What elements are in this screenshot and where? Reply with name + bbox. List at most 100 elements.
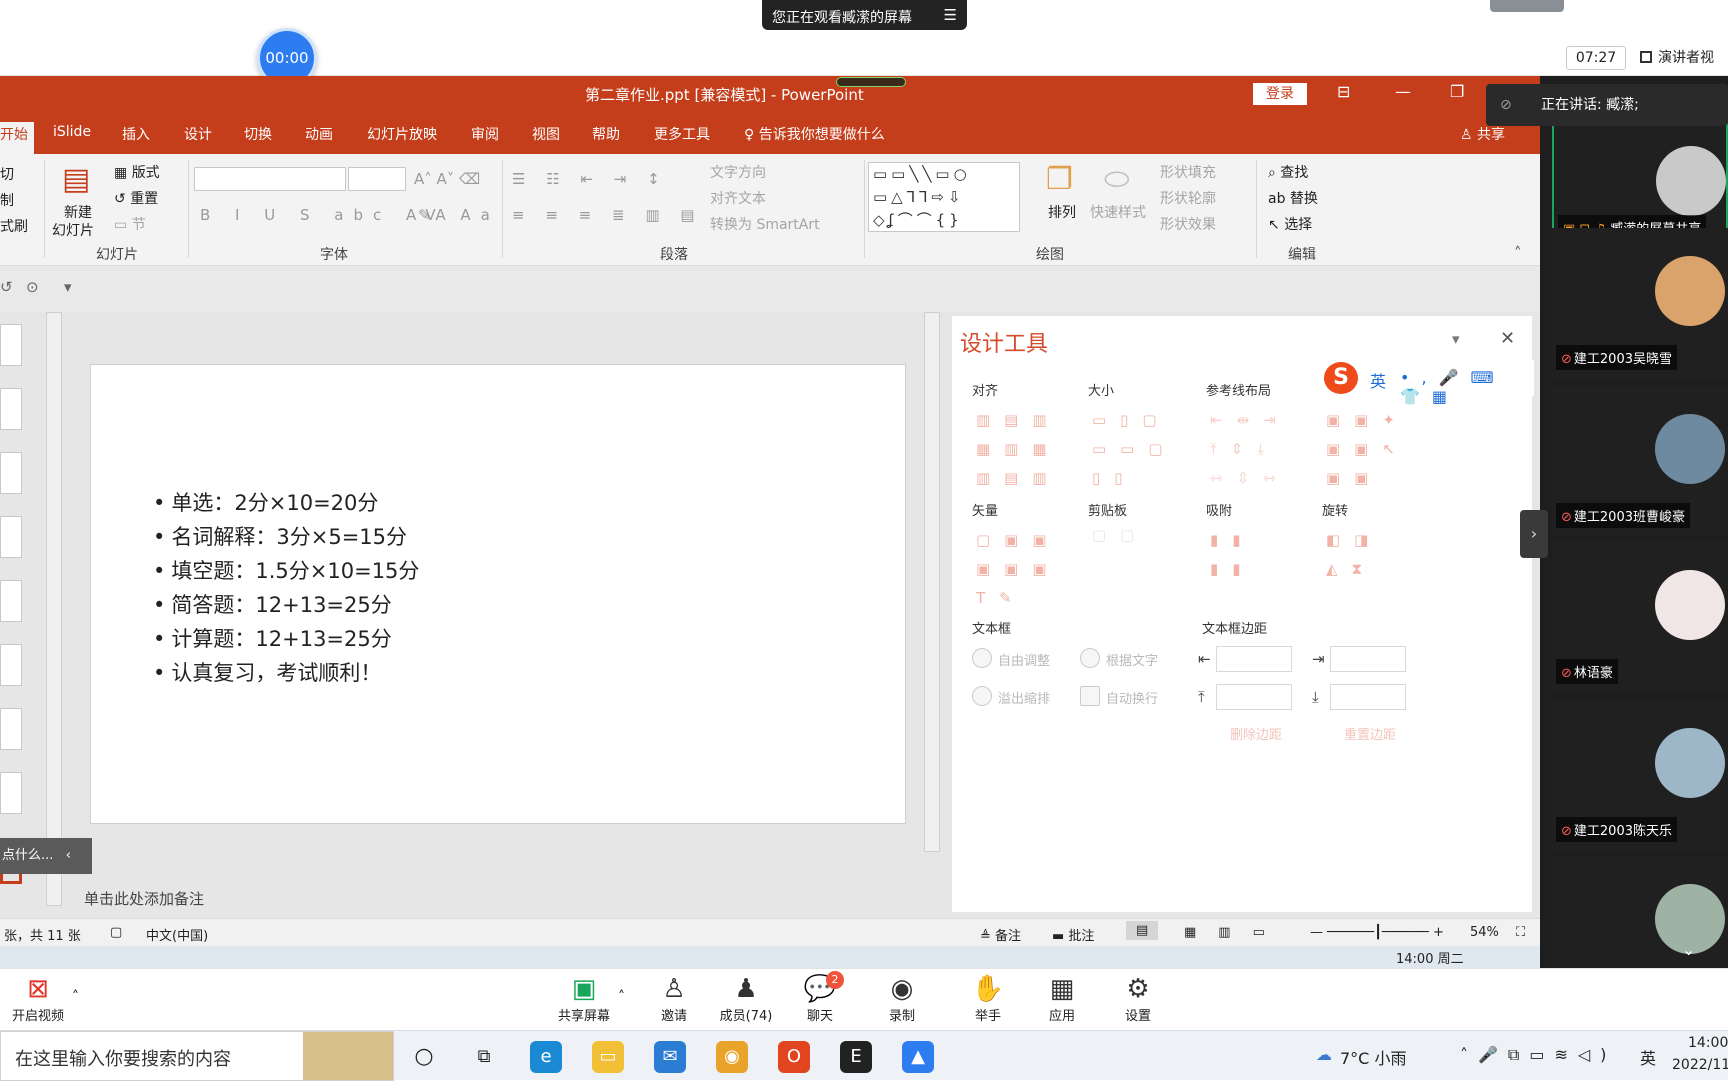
chevron-left-icon[interactable]: ‹ xyxy=(58,848,71,863)
cut-button[interactable]: 切 xyxy=(0,164,14,184)
task-view-icon[interactable]: ⧉ xyxy=(468,1041,500,1073)
notes-toggle[interactable]: ≜ 备注 xyxy=(980,925,1021,944)
slideshow-icon[interactable]: ⊙ xyxy=(26,278,39,296)
slide-thumbnail[interactable] xyxy=(0,644,22,686)
slide-canvas[interactable]: 单选：2分×10=20分 名词解释：3分×5=15分 填空题：1.5分×10=1… xyxy=(90,364,906,824)
customize-qat-icon[interactable]: ▾ xyxy=(64,278,72,296)
comments-toggle[interactable]: ▬ 批注 xyxy=(1052,925,1094,944)
video-options-chevron-icon[interactable]: ˄ xyxy=(72,989,79,1005)
tab-islide[interactable]: iSlide xyxy=(53,124,91,140)
office-icon[interactable]: O xyxy=(778,1041,810,1073)
delete-margin-button[interactable]: 删除边距 xyxy=(1230,724,1282,743)
grow-font-icon[interactable]: A˄ A˅ ⌫ xyxy=(414,170,480,188)
font-format-icons[interactable]: B I U S abc AV Aa xyxy=(200,206,500,224)
slide-bullet[interactable]: 名词解释：3分×5=15分 xyxy=(153,521,407,551)
size-icons[interactable]: ▭▯▢ ▭▭▢ ▯▯ xyxy=(1092,406,1177,493)
zoom-level[interactable]: 54% xyxy=(1470,925,1499,940)
participant-tile[interactable]: ⊘ 林语豪 xyxy=(1552,542,1728,692)
login-button[interactable]: 登录 xyxy=(1253,83,1307,105)
guide-icons[interactable]: ⇤⇹⇥ ⤒⇕⤓ ⇿⇳⇿ xyxy=(1210,406,1290,493)
thumbnails-scrollbar[interactable] xyxy=(46,312,62,906)
share-button[interactable]: ♙ 共享 xyxy=(1460,124,1505,144)
ime-indicator[interactable]: 英 xyxy=(1640,1045,1656,1069)
smartart-button[interactable]: 转换为 SmartArt xyxy=(710,214,820,234)
apps-button[interactable]: ▦ 应用 xyxy=(1024,973,1100,1024)
taskbar-time[interactable]: 14:00 xyxy=(1688,1035,1728,1051)
chevron-down-icon[interactable]: ⌄ xyxy=(1682,940,1695,959)
settings-button[interactable]: ⚙ 设置 xyxy=(1100,973,1176,1024)
font-color-icons[interactable]: ✎ A xyxy=(418,206,446,224)
right-margin-input[interactable] xyxy=(1330,646,1406,672)
taskbar-search[interactable]: 在这里输入你要搜索的内容 xyxy=(0,1031,394,1081)
section-button[interactable]: ▭ 节 xyxy=(114,214,146,234)
participant-tile[interactable]: ⊘ 建工2003陈天乐 xyxy=(1552,700,1728,850)
vector-icons[interactable]: ▢▣▣ ▣▣▣ T✎ xyxy=(976,526,1061,613)
tab-animations[interactable]: 动画 xyxy=(305,124,333,144)
shape-effects-button[interactable]: 形状效果 xyxy=(1160,214,1216,234)
menu-icon[interactable]: ☰ xyxy=(944,6,957,24)
slide-bullet[interactable]: 计算题：12+13=25分 xyxy=(153,623,391,653)
slide-bullet[interactable]: 填空题：1.5分×10=15分 xyxy=(153,555,419,585)
align-icons[interactable]: ▥▤▥ ▦▥▦ ▥▤▥ xyxy=(976,406,1061,493)
font-size-combo[interactable] xyxy=(348,167,406,191)
new-slide-label-2[interactable]: 幻灯片 xyxy=(52,220,94,240)
view-mode-icons[interactable]: ▦▥▭ xyxy=(1184,925,1287,940)
ime-tool-icons[interactable]: •,🎤⌨👕▦ xyxy=(1400,368,1534,406)
presenter-view-button[interactable]: 演讲者视 xyxy=(1640,46,1728,70)
spellcheck-icon[interactable]: ▢ xyxy=(110,925,122,940)
start-video-button[interactable]: ⊠ 开启视频 xyxy=(0,973,76,1024)
cortana-icon[interactable]: ○ xyxy=(408,1041,440,1073)
snap-icons[interactable]: ▮▮ ▮▮ xyxy=(1210,526,1255,584)
replace-button[interactable]: ab 替换 xyxy=(1268,188,1318,208)
epic-games-icon[interactable]: E xyxy=(840,1041,872,1073)
close-icon[interactable]: ✕ xyxy=(1500,328,1515,349)
tab-view[interactable]: 视图 xyxy=(532,124,560,144)
mail-icon[interactable]: ✉ xyxy=(654,1041,686,1073)
undo-icon[interactable]: ↺ xyxy=(0,278,13,296)
shapes-gallery[interactable]: ▭▭╲╲▭○ ▭△⅂⅂⇨⇩ ◇ʆ⌒⌒{} xyxy=(868,162,1020,232)
radio-fit-text[interactable] xyxy=(1080,648,1100,668)
participant-tile[interactable]: ⌄ xyxy=(1552,856,1728,968)
shape-outline-button[interactable]: 形状轮廓 xyxy=(1160,188,1216,208)
chat-button[interactable]: 💬 2 聊天 xyxy=(782,971,858,1024)
checkbox-wrap[interactable] xyxy=(1080,686,1100,706)
left-margin-input[interactable] xyxy=(1216,646,1292,672)
tab-transitions[interactable]: 切换 xyxy=(244,124,272,144)
quick-styles-button[interactable]: 快速样式 xyxy=(1090,202,1146,222)
paragraph-align-icons[interactable]: ≡ ≡ ≡ ≣ ▥ ▤ xyxy=(512,206,702,224)
slide-bullet[interactable]: 单选：2分×10=20分 xyxy=(153,487,378,517)
slide-thumbnail[interactable] xyxy=(0,708,22,750)
sogou-ime-toolbar[interactable]: S 英 •,🎤⌨👕▦ xyxy=(1320,360,1534,406)
viewing-banner[interactable]: 您正在观看臧潆的屏幕 ☰ xyxy=(762,0,967,30)
radio-overflow[interactable] xyxy=(972,686,992,706)
reset-margin-button[interactable]: 重置边距 xyxy=(1344,724,1396,743)
tab-slideshow[interactable]: 幻灯片放映 xyxy=(367,124,437,144)
minimize-icon[interactable]: — xyxy=(1395,82,1411,101)
select-button[interactable]: ↖ 选择 xyxy=(1268,214,1312,234)
ribbon-display-icon[interactable]: ⊟ xyxy=(1337,82,1350,101)
file-explorer-icon[interactable]: ▭ xyxy=(592,1041,624,1073)
align-text-button[interactable]: 对齐文本 xyxy=(710,188,766,208)
panel-expand-button[interactable]: › xyxy=(1520,510,1548,558)
bottom-margin-input[interactable] xyxy=(1330,684,1406,710)
extra-tool-icons[interactable]: ▣▣✦ ▣▣↖ ▣▣ xyxy=(1326,406,1409,493)
participants-button[interactable]: ♟ 成员(74) xyxy=(708,973,784,1024)
tab-insert[interactable]: 插入 xyxy=(122,124,150,144)
layout-button[interactable]: ▦ 版式 xyxy=(114,162,160,182)
share-screen-button[interactable]: ▣ 共享屏幕 xyxy=(546,973,622,1024)
new-slide-label[interactable]: 新建 xyxy=(64,202,92,222)
radio-auto-fit[interactable] xyxy=(972,648,992,668)
slide-bullet[interactable]: 认真复习，考试顺利！ xyxy=(153,657,381,687)
collapse-ribbon-icon[interactable]: ˄ xyxy=(1514,244,1522,262)
zoom-slider[interactable]: — ──────┃────── + xyxy=(1310,925,1444,940)
fit-slide-icon[interactable]: ⛶ xyxy=(1516,925,1525,940)
panel-menu-icon[interactable]: ▾ xyxy=(1452,330,1460,348)
reset-button[interactable]: ↺ 重置 xyxy=(114,188,158,208)
invite-button[interactable]: ♙ 邀请 xyxy=(636,973,712,1024)
language-indicator[interactable]: 中文(中国) xyxy=(146,925,208,944)
taskbar-date[interactable]: 2022/11 xyxy=(1672,1057,1728,1073)
slide-thumbnail[interactable] xyxy=(0,452,22,494)
text-direction-button[interactable]: 文字方向 xyxy=(710,162,766,182)
format-painter-button[interactable]: 式刷 xyxy=(0,216,28,236)
chrome-icon[interactable]: ◉ xyxy=(716,1041,748,1073)
